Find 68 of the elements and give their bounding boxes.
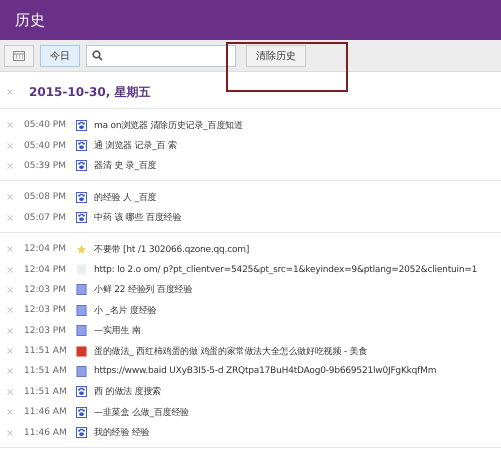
close-icon[interactable] xyxy=(7,388,13,395)
close-icon[interactable] xyxy=(7,162,13,169)
close-icon[interactable] xyxy=(7,348,13,354)
calendar-button[interactable] xyxy=(4,44,34,66)
page-icon xyxy=(76,325,87,336)
close-icon[interactable] xyxy=(7,409,13,416)
close-icon[interactable] xyxy=(7,122,13,128)
page-icon xyxy=(76,304,87,316)
star-icon xyxy=(76,244,87,255)
close-icon[interactable] xyxy=(7,142,13,149)
close-icon[interactable] xyxy=(7,194,13,200)
page-link[interactable]: 西 的做法 度搜索 xyxy=(94,385,161,398)
visit-time: 12:03 PM xyxy=(24,305,67,316)
paw-icon xyxy=(76,386,87,398)
page-link[interactable]: 的经验 人 _百度 xyxy=(94,190,156,204)
close-icon[interactable] xyxy=(7,430,13,436)
calendar-icon xyxy=(13,50,25,60)
page-link[interactable]: 中药 该 哪些 百度经验 xyxy=(94,211,182,224)
close-icon[interactable] xyxy=(7,307,13,314)
site-icon xyxy=(76,346,87,357)
visit-time: 12:04 PM xyxy=(24,244,67,254)
visit-time: 11:51 AM xyxy=(24,346,68,356)
clear-history-button[interactable]: 清除历史 xyxy=(246,44,306,66)
date-heading: 2015-10-30, 星期五 xyxy=(29,84,150,100)
paw-icon xyxy=(76,427,87,438)
page-link[interactable]: 我的经验 经验 xyxy=(94,426,150,440)
close-icon[interactable] xyxy=(7,214,13,221)
visit-time: 05:40 PM xyxy=(24,140,67,151)
close-icon[interactable] xyxy=(7,328,13,334)
visit-time: 11:51 AM xyxy=(24,366,68,376)
page-link[interactable]: 器清 史 录_百度 xyxy=(94,159,156,172)
paw-icon xyxy=(76,140,87,152)
page-link[interactable]: 不要带 [ht /1 302066.qzone.qq.com] xyxy=(94,242,250,256)
visit-time: 11:51 AM xyxy=(24,386,68,397)
page-link[interactable]: ma on浏览器 清除历史记录_百度知道 xyxy=(94,118,243,132)
visit-time: 12:03 PM xyxy=(24,326,67,336)
page-title: 历史 xyxy=(15,10,45,30)
visit-time: 12:04 PM xyxy=(24,264,67,275)
page-icon xyxy=(76,284,87,296)
page-link[interactable]: 小鲜 22 经验列 百度经验 xyxy=(94,283,192,296)
search-icon xyxy=(92,50,103,61)
close-icon[interactable] xyxy=(7,266,13,273)
page-link[interactable]: http: lo 2.o om/ p?pt_clientver=5425&pt_src=1&keyindex=9&ptlang=2052&clientuin=1 xyxy=(94,264,478,275)
page-link[interactable]: —韭菜盒 么做_百度经验 xyxy=(94,406,189,419)
today-button[interactable]: 今日 xyxy=(40,44,80,66)
page-link[interactable]: 小 _名片 度经验 xyxy=(94,304,156,317)
page-link[interactable]: —实用生 南 xyxy=(94,324,141,338)
paw-icon xyxy=(76,120,87,131)
close-icon[interactable] xyxy=(7,286,13,293)
close-icon[interactable] xyxy=(7,246,13,252)
paw-icon xyxy=(76,160,87,172)
search-field[interactable] xyxy=(86,44,236,66)
visit-time: 05:08 PM xyxy=(24,192,67,202)
visit-time: 05:40 PM xyxy=(24,120,67,130)
visit-time: 05:07 PM xyxy=(24,212,67,223)
visit-time: 12:03 PM xyxy=(24,284,67,295)
visit-time: 11:46 AM xyxy=(24,407,68,418)
paw-icon xyxy=(76,212,87,224)
page-link[interactable]: https://www.baid UXyB3I5-5-d ZRQtpa17BuH4tDAog0-9b669521lw0JFgKkqfMm xyxy=(94,366,436,376)
visit-time: 11:46 AM xyxy=(24,428,68,438)
close-icon[interactable] xyxy=(7,89,13,95)
page-link[interactable]: 通 浏览器 记录_百 索 xyxy=(94,139,177,152)
paw-icon xyxy=(76,192,87,203)
page-link[interactable]: 蛋的做法_ 西红柿鸡蛋的做 鸡蛋的家常做法大全怎么做好吃视频 - 美食 xyxy=(94,344,368,358)
visit-time: 05:39 PM xyxy=(24,160,67,171)
paw-icon xyxy=(76,406,87,418)
page-icon xyxy=(76,366,87,377)
close-icon[interactable] xyxy=(7,368,13,374)
